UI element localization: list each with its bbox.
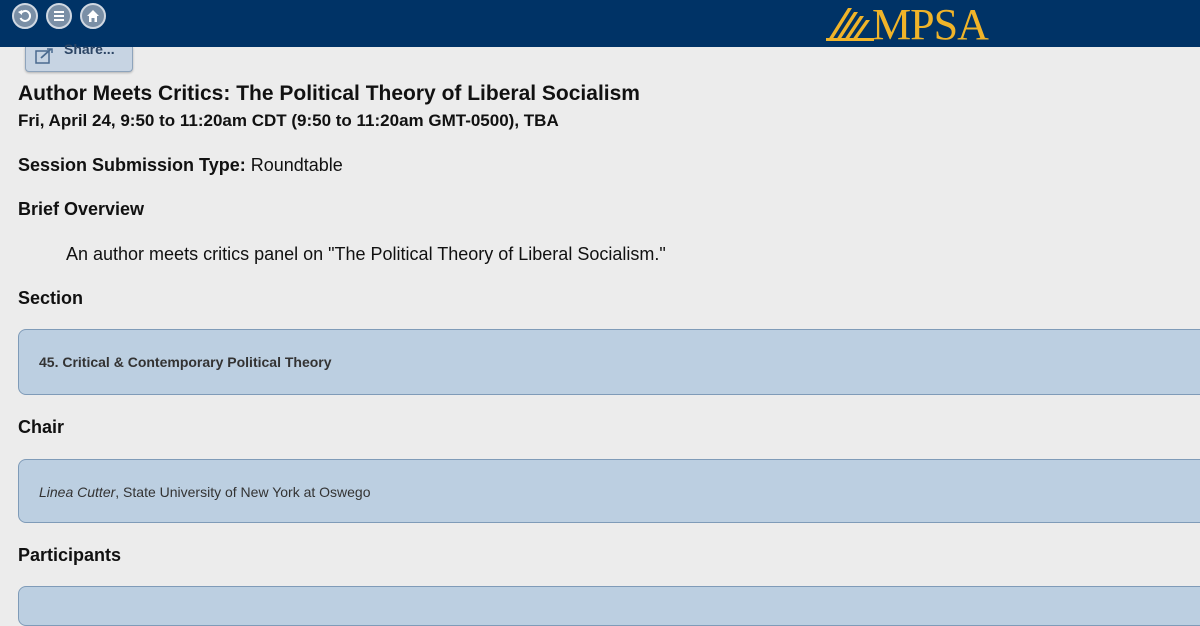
chair-entry: Linea Cutter, State University of New Yo…: [39, 484, 371, 500]
home-icon: [87, 10, 99, 22]
chair-panel: Linea Cutter, State University of New Yo…: [18, 459, 1200, 523]
share-label: Share...: [64, 41, 115, 57]
back-arrow-icon: [18, 9, 32, 22]
chair-heading: Chair: [18, 417, 65, 437]
overview-text: An author meets critics panel on "The Po…: [66, 244, 666, 264]
menu-button[interactable]: [46, 3, 72, 29]
participants-heading: Participants: [18, 545, 122, 565]
columns-logo-icon: [826, 8, 874, 41]
submission-type: Session Submission Type: Roundtable: [18, 155, 343, 176]
submission-type-value: Roundtable: [250, 155, 343, 175]
submission-type-label: Session Submission Type:: [18, 155, 246, 175]
menu-icon: [54, 11, 64, 21]
overview-heading: Brief Overview: [18, 199, 145, 219]
section-heading: Section: [18, 288, 84, 308]
session-title: Author Meets Critics: The Political Theo…: [18, 82, 640, 105]
back-button[interactable]: [12, 3, 38, 29]
participants-panel: [18, 586, 1200, 626]
section-panel: 45. Critical & Contemporary Political Th…: [18, 329, 1200, 395]
home-button[interactable]: [80, 3, 106, 29]
logo-text: MPSA: [872, 0, 989, 49]
share-icon: [35, 48, 53, 64]
mpsa-logo[interactable]: MPSA: [826, 0, 989, 49]
section-value[interactable]: 45. Critical & Contemporary Political Th…: [39, 354, 332, 370]
session-datetime: Fri, April 24, 9:50 to 11:20am CDT (9:50…: [18, 111, 559, 130]
chair-affiliation: , State University of New York at Oswego: [115, 484, 371, 500]
top-navigation-bar: MPSA: [0, 0, 1200, 49]
share-button[interactable]: Share...: [25, 41, 133, 72]
chair-name[interactable]: Linea Cutter: [39, 484, 115, 500]
